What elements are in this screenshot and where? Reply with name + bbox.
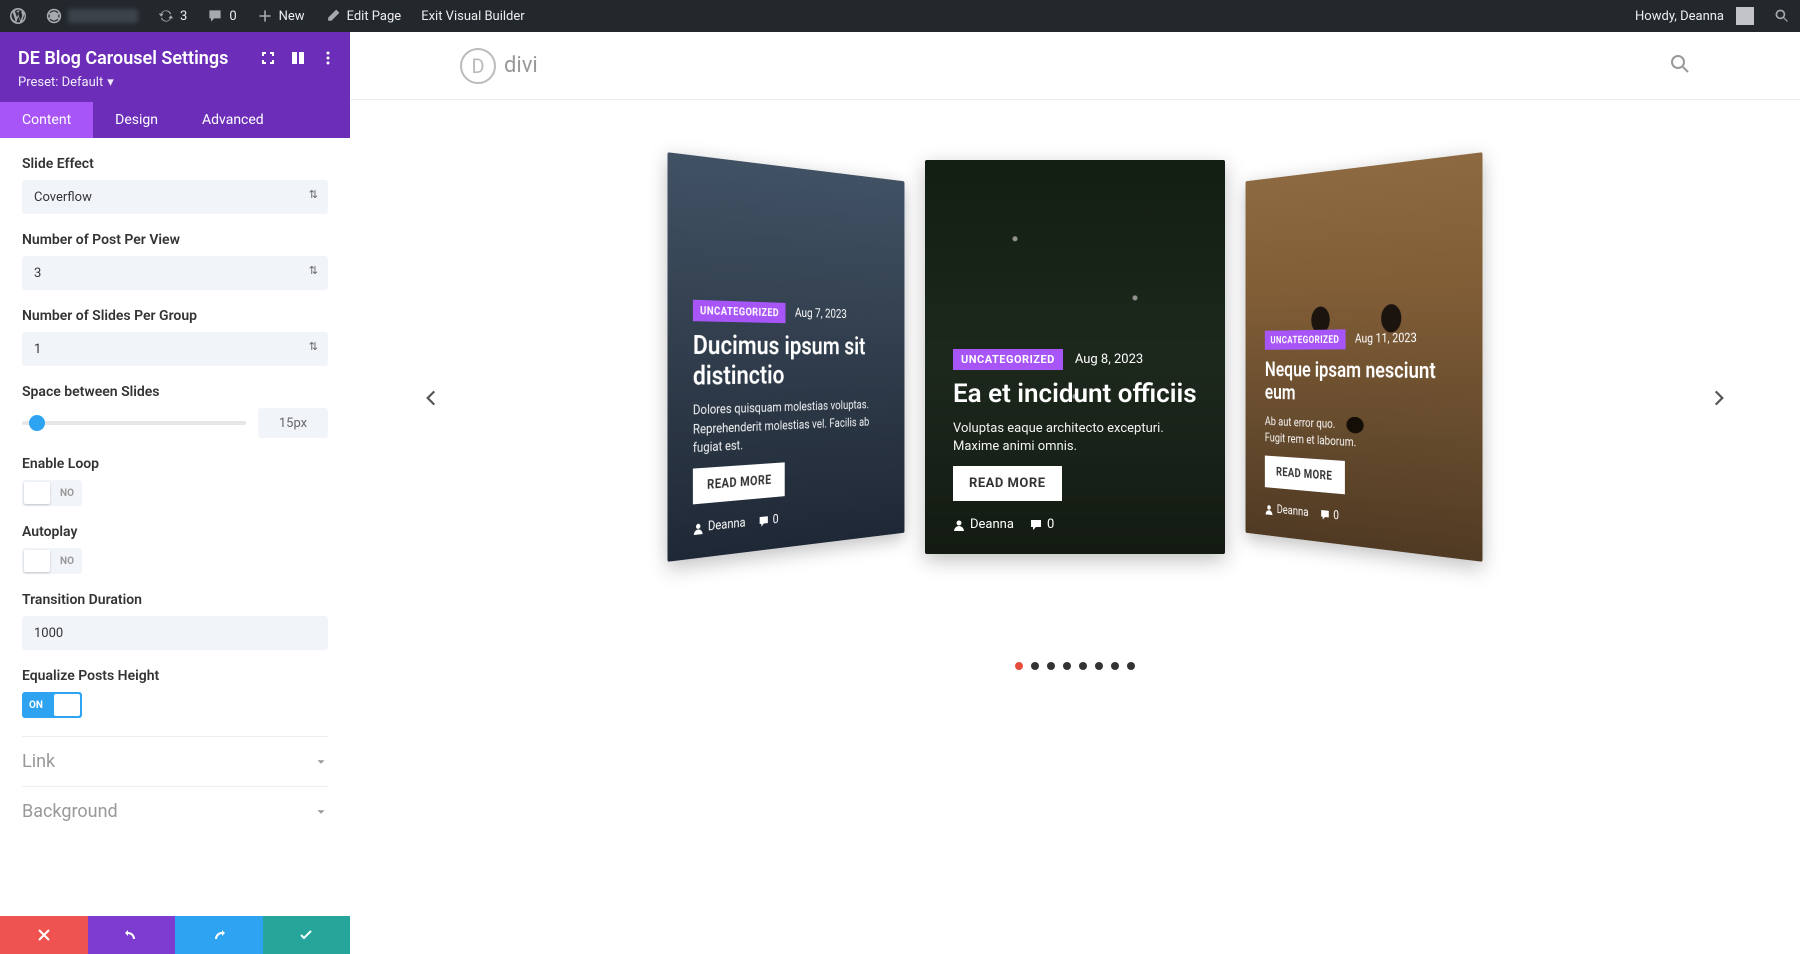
- equalize-height-toggle[interactable]: ON: [22, 692, 82, 718]
- post-comments[interactable]: 0: [759, 512, 779, 529]
- equalize-height-label: Equalize Posts Height: [22, 668, 328, 684]
- pagination-dot[interactable]: [1047, 662, 1055, 670]
- exit-builder-label: Exit Visual Builder: [421, 9, 524, 24]
- panel-footer: [0, 916, 350, 954]
- new-label: New: [279, 9, 305, 24]
- site-name-text: [68, 9, 138, 23]
- howdy-text: Howdy, Deanna: [1635, 9, 1724, 24]
- wp-logo[interactable]: [0, 0, 36, 32]
- space-between-slider[interactable]: [22, 421, 246, 425]
- comments-item[interactable]: 0: [197, 0, 246, 32]
- post-author[interactable]: Deanna: [953, 517, 1014, 532]
- post-title[interactable]: Neque ipsam nesciunt eum: [1265, 359, 1457, 411]
- post-date: Aug 7, 2023: [795, 306, 847, 322]
- autoplay-toggle[interactable]: NO: [22, 548, 82, 574]
- save-button[interactable]: [263, 916, 351, 954]
- post-date: Aug 11, 2023: [1355, 331, 1417, 346]
- avatar: [1736, 7, 1754, 25]
- fullscreen-icon[interactable]: [260, 50, 276, 70]
- pagination-dot[interactable]: [1127, 662, 1135, 670]
- columns-icon[interactable]: [290, 50, 306, 70]
- carousel-pagination: [1015, 662, 1135, 670]
- accordion-link[interactable]: Link: [22, 736, 328, 786]
- post-excerpt: Dolores quisquam molestias voluptas. Rep…: [693, 397, 885, 458]
- enable-loop-label: Enable Loop: [22, 456, 328, 472]
- pagination-dot[interactable]: [1031, 662, 1039, 670]
- post-comments[interactable]: 0: [1030, 517, 1054, 532]
- pagination-dot[interactable]: [1079, 662, 1087, 670]
- adminbar-search[interactable]: [1764, 0, 1800, 32]
- divi-logo-icon: D: [460, 48, 496, 84]
- new-item[interactable]: New: [247, 0, 315, 32]
- posts-per-view-select[interactable]: [22, 256, 328, 290]
- enable-loop-toggle[interactable]: NO: [22, 480, 82, 506]
- pagination-dot[interactable]: [1095, 662, 1103, 670]
- panel-tabs: Content Design Advanced: [0, 102, 350, 138]
- carousel-card[interactable]: UNCATEGORIZED Aug 11, 2023 Neque ipsam n…: [1246, 152, 1483, 562]
- slide-effect-label: Slide Effect: [22, 156, 328, 172]
- redo-button[interactable]: [175, 916, 263, 954]
- undo-button[interactable]: [88, 916, 176, 954]
- transition-duration-input[interactable]: [22, 616, 328, 650]
- preview-area: D divi UNCATEGORIZED Aug 7, 2023 Ducimu: [350, 32, 1800, 954]
- slides-per-group-label: Number of Slides Per Group: [22, 308, 328, 324]
- site-name-item[interactable]: [36, 0, 148, 32]
- tab-advanced[interactable]: Advanced: [180, 102, 286, 138]
- wp-admin-bar: 3 0 New Edit Page Exit Visual Builder Ho…: [0, 0, 1800, 32]
- edit-page-item[interactable]: Edit Page: [315, 0, 412, 32]
- space-between-label: Space between Slides: [22, 384, 328, 400]
- site-logo[interactable]: D divi: [460, 48, 538, 84]
- slide-effect-select[interactable]: [22, 180, 328, 214]
- read-more-button[interactable]: READ MORE: [953, 466, 1062, 501]
- slider-thumb[interactable]: [29, 415, 45, 431]
- preset-selector[interactable]: Preset: Default ▾: [18, 75, 332, 90]
- pagination-dot[interactable]: [1111, 662, 1119, 670]
- site-header: D divi: [350, 32, 1800, 100]
- howdy-item[interactable]: Howdy, Deanna: [1625, 0, 1764, 32]
- carousel-card[interactable]: UNCATEGORIZED Aug 8, 2023 Ea et incidunt…: [925, 160, 1225, 554]
- chevron-down-icon: [314, 805, 328, 819]
- post-title[interactable]: Ducimus ipsum sit distinctio: [693, 331, 885, 392]
- comments-count: 0: [229, 9, 236, 24]
- blog-carousel: UNCATEGORIZED Aug 7, 2023 Ducimus ipsum …: [350, 160, 1800, 640]
- post-date: Aug 8, 2023: [1075, 352, 1143, 367]
- post-excerpt: Voluptas eaque architecto excepturi. Max…: [953, 420, 1197, 456]
- tab-design[interactable]: Design: [93, 102, 180, 138]
- read-more-button[interactable]: READ MORE: [693, 462, 784, 504]
- category-badge[interactable]: UNCATEGORIZED: [693, 299, 785, 323]
- category-badge[interactable]: UNCATEGORIZED: [1265, 329, 1346, 349]
- category-badge[interactable]: UNCATEGORIZED: [953, 349, 1063, 370]
- tab-content[interactable]: Content: [0, 102, 93, 138]
- chevron-down-icon: [314, 755, 328, 769]
- settings-panel: DE Blog Carousel Settings Preset: Defaul…: [0, 32, 350, 954]
- carousel-next[interactable]: [1708, 387, 1730, 413]
- chevron-down-icon: ▾: [107, 75, 114, 90]
- post-excerpt: Ab aut error quo. Fugit rem et laborum.: [1265, 414, 1457, 459]
- read-more-button[interactable]: READ MORE: [1265, 456, 1345, 495]
- post-title[interactable]: Ea et incidunt officiis: [953, 380, 1197, 410]
- autoplay-label: Autoplay: [22, 524, 328, 540]
- carousel-card[interactable]: UNCATEGORIZED Aug 7, 2023 Ducimus ipsum …: [667, 152, 904, 562]
- exit-builder-item[interactable]: Exit Visual Builder: [411, 0, 534, 32]
- more-icon[interactable]: [320, 50, 336, 70]
- pagination-dot[interactable]: [1015, 662, 1023, 670]
- updates-item[interactable]: 3: [148, 0, 197, 32]
- posts-per-view-label: Number of Post Per View: [22, 232, 328, 248]
- site-logo-text: divi: [504, 53, 538, 78]
- search-icon[interactable]: [1670, 54, 1690, 78]
- post-comments[interactable]: 0: [1320, 507, 1338, 523]
- carousel-prev[interactable]: [420, 387, 442, 413]
- close-button[interactable]: [0, 916, 88, 954]
- slides-per-group-select[interactable]: [22, 332, 328, 366]
- pagination-dot[interactable]: [1063, 662, 1071, 670]
- panel-header: DE Blog Carousel Settings Preset: Defaul…: [0, 32, 350, 102]
- transition-duration-label: Transition Duration: [22, 592, 328, 608]
- space-between-value[interactable]: 15px: [258, 408, 328, 438]
- accordion-background[interactable]: Background: [22, 786, 328, 836]
- edit-page-label: Edit Page: [347, 9, 402, 24]
- updates-count: 3: [180, 9, 187, 24]
